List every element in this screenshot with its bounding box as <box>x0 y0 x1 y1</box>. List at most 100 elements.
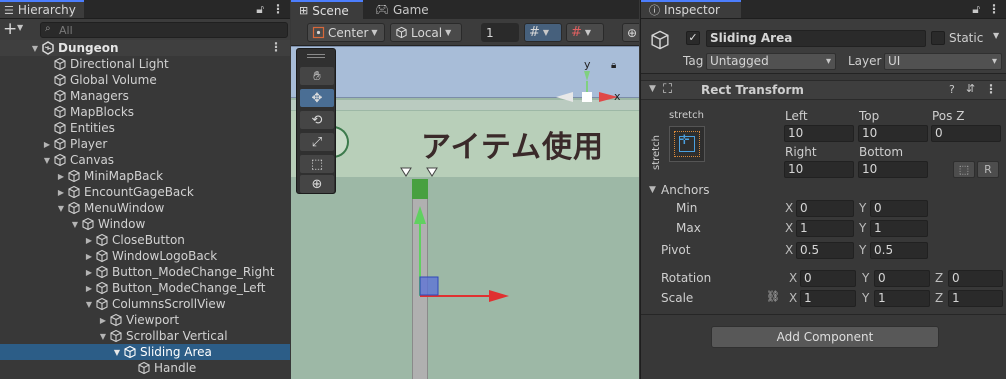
pivot-rotation-dropdown[interactable]: Local ▼ <box>390 23 462 42</box>
static-checkbox[interactable] <box>931 31 945 45</box>
presets-icon[interactable]: ⇵ <box>966 82 975 95</box>
layer-label: Layer <box>848 54 882 68</box>
rotation-z-field[interactable]: 0 <box>948 270 1003 287</box>
list-item[interactable]: ▶ CloseButton <box>0 232 290 248</box>
list-item[interactable]: ▶ MiniMapBack <box>0 168 290 184</box>
pivot-x-field[interactable]: 0.5 <box>796 242 854 259</box>
list-item-selected[interactable]: ▼ Sliding Area <box>0 344 290 360</box>
scale-x-field[interactable]: 1 <box>800 290 856 307</box>
expand-arrow-icon[interactable]: ▼ <box>112 348 122 357</box>
drag-handle[interactable] <box>307 54 325 58</box>
anchor-handles[interactable] <box>399 166 439 186</box>
list-item[interactable]: ▶ Button_ModeChange_Right <box>0 264 290 280</box>
bottom-field[interactable]: 10 <box>858 161 928 178</box>
posz-field[interactable]: 0 <box>931 125 1001 142</box>
blueprint-mode-button[interactable]: ⬚ <box>953 161 975 178</box>
more-icon[interactable]: ⋮ <box>270 40 282 54</box>
more-icon[interactable]: ⋮ <box>272 2 284 17</box>
grid-size-input[interactable]: 1 <box>481 23 519 42</box>
add-component-button[interactable]: Add Component <box>711 326 939 348</box>
expand-arrow-icon[interactable]: ▼ <box>70 220 80 229</box>
expand-arrow-icon[interactable]: ▶ <box>84 284 94 293</box>
left-field[interactable]: 10 <box>784 125 854 142</box>
list-item[interactable]: ▶ Button_ModeChange_Left <box>0 280 290 296</box>
hand-tool-button[interactable]: ✋︎ <box>300 67 334 85</box>
blueprint-icon: ⬚ <box>958 163 970 176</box>
list-item[interactable]: Handle <box>0 360 290 376</box>
expand-arrow-icon[interactable]: ▶ <box>98 316 108 325</box>
expand-arrow-icon[interactable]: ▶ <box>56 188 66 197</box>
rotation-y-field[interactable]: 0 <box>874 270 930 287</box>
constrain-proportions-icon[interactable]: ⛓︎ <box>766 290 780 303</box>
scene-row[interactable]: ▼ Dungeon ⋮ <box>0 40 290 56</box>
list-item[interactable]: ▼ ColumnsScrollView <box>0 296 290 312</box>
list-item[interactable]: ▶ EncountGageBack <box>0 184 290 200</box>
anchor-max-y-field[interactable]: 1 <box>870 220 928 237</box>
list-item[interactable]: MapBlocks <box>0 104 290 120</box>
tab-hierarchy[interactable]: ☰ Hierarchy <box>0 0 84 18</box>
list-item[interactable]: Global Volume <box>0 72 290 88</box>
list-item[interactable]: Managers <box>0 88 290 104</box>
expand-arrow-icon[interactable]: ▶ <box>84 268 94 277</box>
rotate-tool-button[interactable]: ⟲ <box>300 111 334 129</box>
create-button[interactable]: + <box>3 20 17 38</box>
lock-icon[interactable]: 🔓︎ <box>256 2 264 17</box>
anchor-preset-button[interactable]: ✛ <box>669 126 705 162</box>
grid-snap-toggle[interactable]: # ▼ <box>524 23 562 42</box>
anchor-max-x-field[interactable]: 1 <box>796 220 854 237</box>
expand-arrow-icon[interactable]: ▶ <box>84 236 94 245</box>
raw-edit-button[interactable]: R <box>977 161 999 178</box>
expand-arrow-icon[interactable]: ▼ <box>42 156 52 165</box>
rect-transform-header[interactable]: ▼ ⛶ Rect Transform ? ⇵ ⋮ <box>641 80 1006 100</box>
list-item[interactable]: ▼ Window <box>0 216 290 232</box>
search-input[interactable]: ⌕ All <box>40 22 288 38</box>
chevron-down-icon[interactable]: ▼ <box>17 23 23 32</box>
top-field[interactable]: 10 <box>858 125 928 142</box>
scale-z-field[interactable]: 1 <box>948 290 1003 307</box>
rotation-x-field[interactable]: 0 <box>800 270 856 287</box>
collapse-arrow-icon[interactable]: ▼ <box>649 185 656 195</box>
chevron-down-icon[interactable]: ▼ <box>993 31 999 40</box>
transform-tool-button[interactable]: ⊕ <box>300 175 334 193</box>
rect-tool-button[interactable]: ⬚ <box>300 155 334 173</box>
expand-arrow-icon[interactable]: ▼ <box>98 332 108 341</box>
list-item[interactable]: ▼ Canvas <box>0 152 290 168</box>
tab-game[interactable]: 🎮︎ Game <box>367 0 437 19</box>
collapse-arrow-icon[interactable]: ▼ <box>649 84 656 94</box>
pivot-mode-dropdown[interactable]: Center ▼ <box>307 23 385 42</box>
expand-arrow-icon[interactable]: ▶ <box>84 252 94 261</box>
expand-arrow-icon[interactable]: ▶ <box>42 140 52 149</box>
list-item[interactable]: ▶ Player <box>0 136 290 152</box>
move-gizmo[interactable] <box>401 200 521 310</box>
gizmos-button[interactable]: ⊕ <box>622 23 639 42</box>
expand-arrow-icon[interactable]: ▶ <box>56 172 66 181</box>
list-item[interactable]: ▼ MenuWindow <box>0 200 290 216</box>
scale-tool-button[interactable]: ⤢ <box>300 133 334 151</box>
lock-icon[interactable]: 🔓︎ <box>972 2 980 17</box>
more-icon[interactable]: ⋮ <box>988 2 1000 17</box>
list-item[interactable]: Directional Light <box>0 56 290 72</box>
tab-inspector[interactable]: ⓘ Inspector <box>641 0 741 18</box>
object-name-field[interactable]: Sliding Area <box>706 30 926 47</box>
move-tool-button[interactable]: ✥ <box>300 89 334 107</box>
gizmo-lock-icon[interactable]: 🔒︎ <box>611 60 616 71</box>
list-item[interactable]: Entities <box>0 120 290 136</box>
scale-y-field[interactable]: 1 <box>874 290 930 307</box>
anchor-min-x-field[interactable]: 0 <box>796 200 854 217</box>
list-item[interactable]: ▼ Scrollbar Vertical <box>0 328 290 344</box>
list-item[interactable]: ▶ Viewport <box>0 312 290 328</box>
expand-arrow-icon[interactable]: ▼ <box>30 44 40 53</box>
increment-snap-toggle[interactable]: # ▼ <box>566 23 604 42</box>
expand-arrow-icon[interactable]: ▼ <box>84 300 94 309</box>
help-icon[interactable]: ? <box>949 83 955 96</box>
layer-dropdown[interactable]: UI <box>884 53 1002 70</box>
more-icon[interactable]: ⋮ <box>985 82 997 96</box>
expand-arrow-icon[interactable]: ▼ <box>56 204 66 213</box>
anchor-min-y-field[interactable]: 0 <box>870 200 928 217</box>
tab-scene[interactable]: ⊞ Scene <box>291 0 363 19</box>
pivot-y-field[interactable]: 0.5 <box>870 242 928 259</box>
right-field[interactable]: 10 <box>784 161 854 178</box>
list-item[interactable]: ▶ WindowLogoBack <box>0 248 290 264</box>
active-checkbox[interactable]: ✓ <box>686 31 700 45</box>
tag-dropdown[interactable]: Untagged <box>706 53 836 70</box>
